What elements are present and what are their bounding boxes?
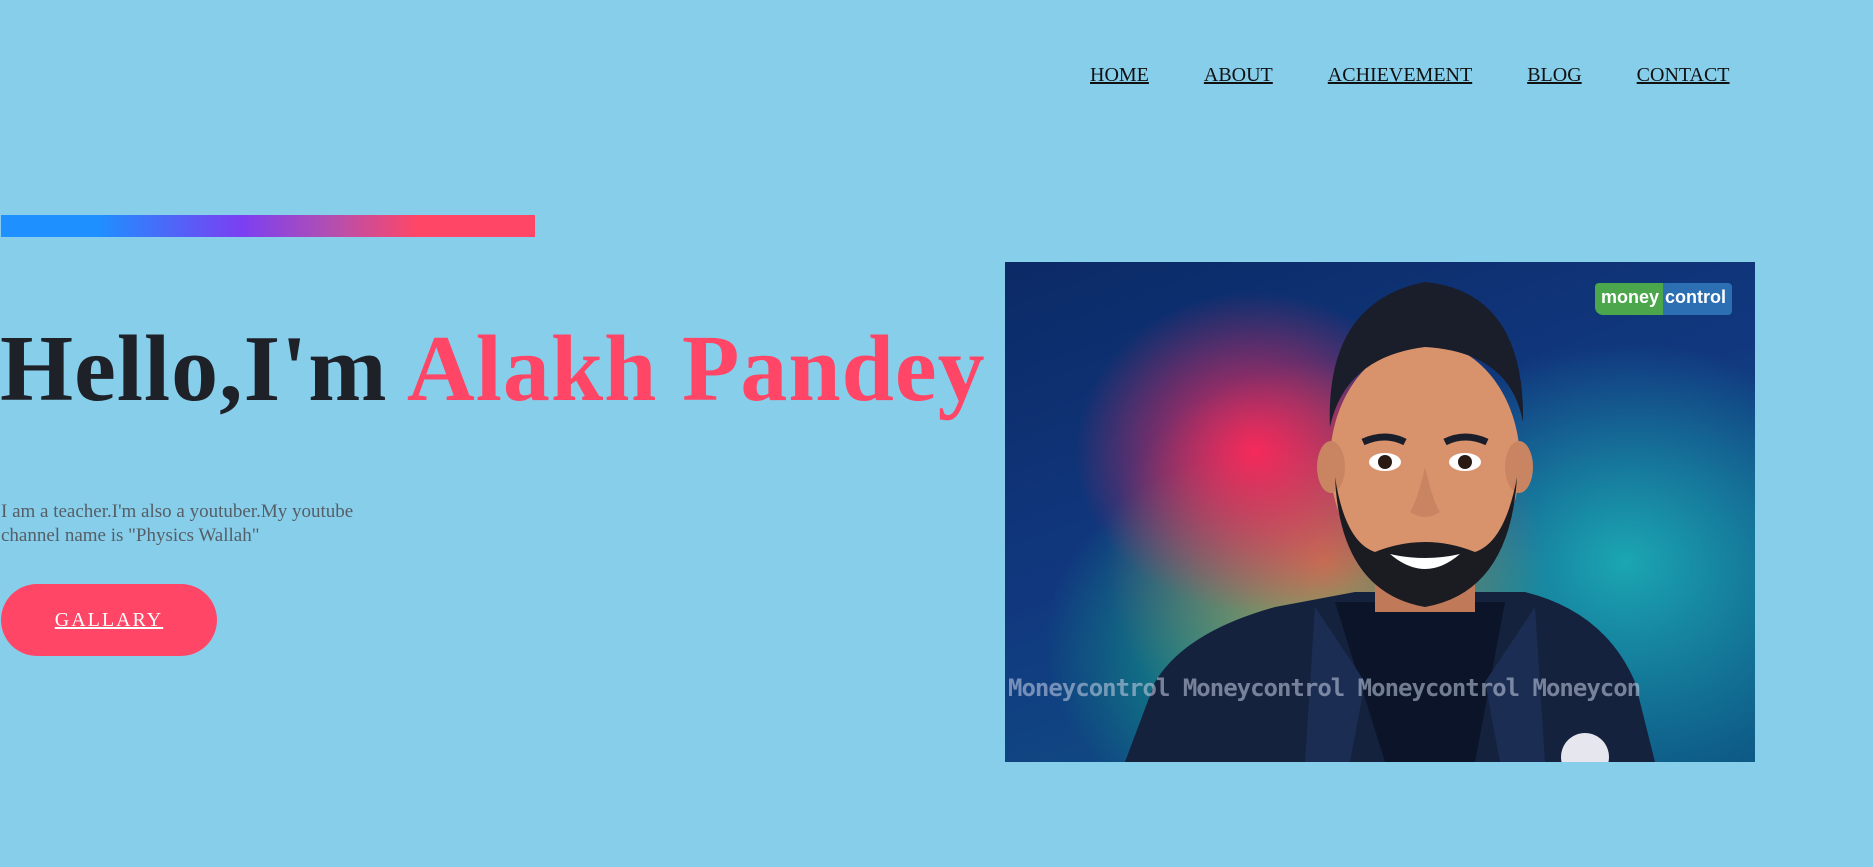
hero-name: Alakh Pandey	[406, 317, 986, 421]
top-nav: HOME ABOUT ACHIEVEMENT BLOG CONTACT	[1090, 64, 1730, 87]
hero-greeting: Hello,I'm	[0, 317, 407, 421]
logo-text-control: control	[1663, 283, 1733, 315]
profile-photo: money control Moneycontrol Moneycontrol M…	[1005, 262, 1755, 762]
page: HOME ABOUT ACHIEVEMENT BLOG CONTACT Hell…	[0, 0, 1873, 867]
nav-achievement-link[interactable]: ACHIEVEMENT	[1328, 64, 1472, 87]
hero-headline: Hello,I'm Alakh Pandey	[0, 322, 986, 416]
gradient-accent-bar	[1, 215, 535, 237]
logo-text-money: money	[1595, 283, 1664, 315]
gallery-button[interactable]: GALLARY	[1, 584, 217, 656]
photo-watermark: Moneycontrol Moneycontrol Moneycontrol M…	[1008, 674, 1641, 702]
nav-about-link[interactable]: ABOUT	[1204, 64, 1273, 87]
nav-home-link[interactable]: HOME	[1090, 64, 1149, 87]
nav-blog-link[interactable]: BLOG	[1527, 64, 1581, 87]
hero-intro-text: I am a teacher.I'm also a youtuber.My yo…	[1, 501, 354, 546]
moneycontrol-logo: money control	[1595, 283, 1733, 315]
nav-contact-link[interactable]: CONTACT	[1637, 64, 1730, 87]
